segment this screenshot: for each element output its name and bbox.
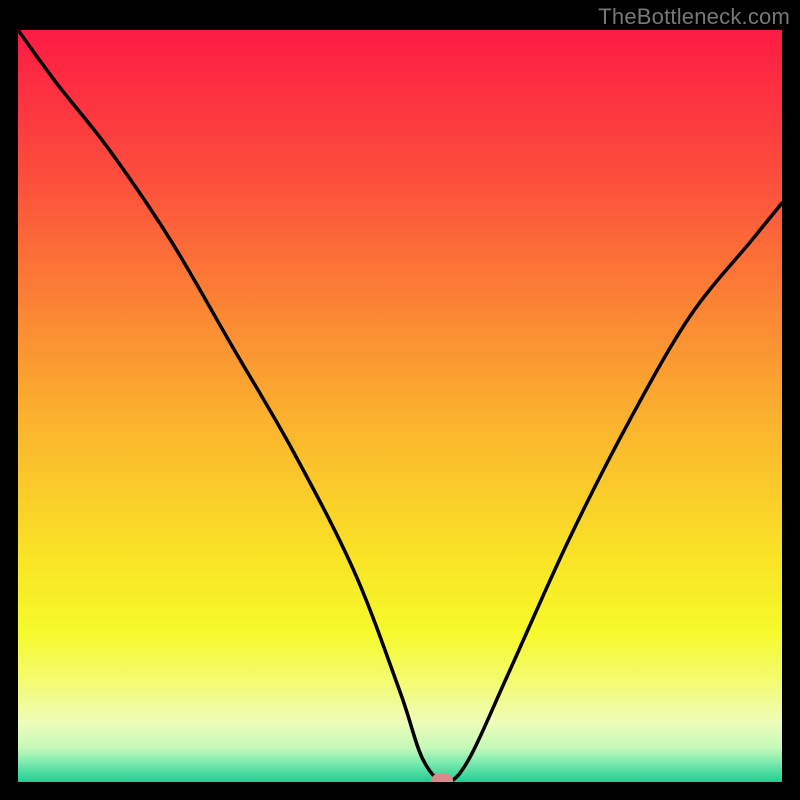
plot-area (18, 30, 782, 782)
gradient-background (18, 30, 782, 782)
watermark-text: TheBottleneck.com (598, 4, 790, 30)
optimal-marker (431, 774, 453, 782)
chart-frame: TheBottleneck.com (0, 0, 800, 800)
plot-svg (18, 30, 782, 782)
